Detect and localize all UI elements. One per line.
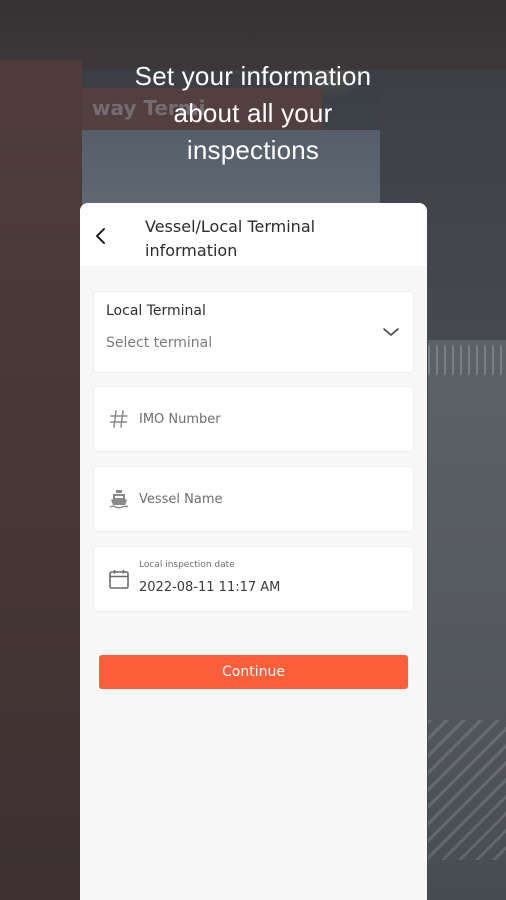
headline-line-2: about all your (173, 98, 333, 128)
local-terminal-value: Select terminal (106, 335, 213, 351)
card-header: Vessel/Local Terminal information (80, 203, 427, 266)
back-button[interactable] (90, 225, 112, 247)
imo-number-input[interactable] (139, 387, 399, 451)
card-title-line-1: Vessel/Local Terminal (145, 217, 316, 236)
continue-button[interactable]: Continue (99, 655, 408, 689)
vessel-name-field-container (94, 467, 413, 531)
imo-number-field-container (94, 387, 413, 451)
ship-icon (109, 490, 129, 509)
hash-icon (109, 410, 128, 428)
chevron-down-icon (383, 328, 399, 336)
headline: Set your information about all your insp… (0, 58, 506, 169)
vessel-terminal-card: Vessel/Local Terminal information Local … (80, 203, 427, 900)
arrow-left-icon (96, 228, 105, 244)
inspection-date-label: Local inspection date (139, 560, 235, 570)
local-terminal-select[interactable]: Local Terminal Select terminal (94, 292, 413, 372)
vessel-name-input[interactable] (139, 467, 399, 531)
inspection-date-field[interactable]: Local inspection date 2022-08-11 11:17 A… (94, 547, 413, 611)
headline-line-1: Set your information (134, 61, 372, 91)
card-title-line-2: information (145, 241, 238, 260)
inspection-date-value: 2022-08-11 11:17 AM (139, 580, 281, 595)
inspection-setup-screen: way Termi Set your information about all… (0, 0, 506, 900)
headline-line-3: inspections (186, 135, 320, 165)
calendar-icon (109, 570, 129, 589)
local-terminal-label: Local Terminal (106, 303, 206, 319)
card-title: Vessel/Local Terminal information (145, 215, 405, 263)
